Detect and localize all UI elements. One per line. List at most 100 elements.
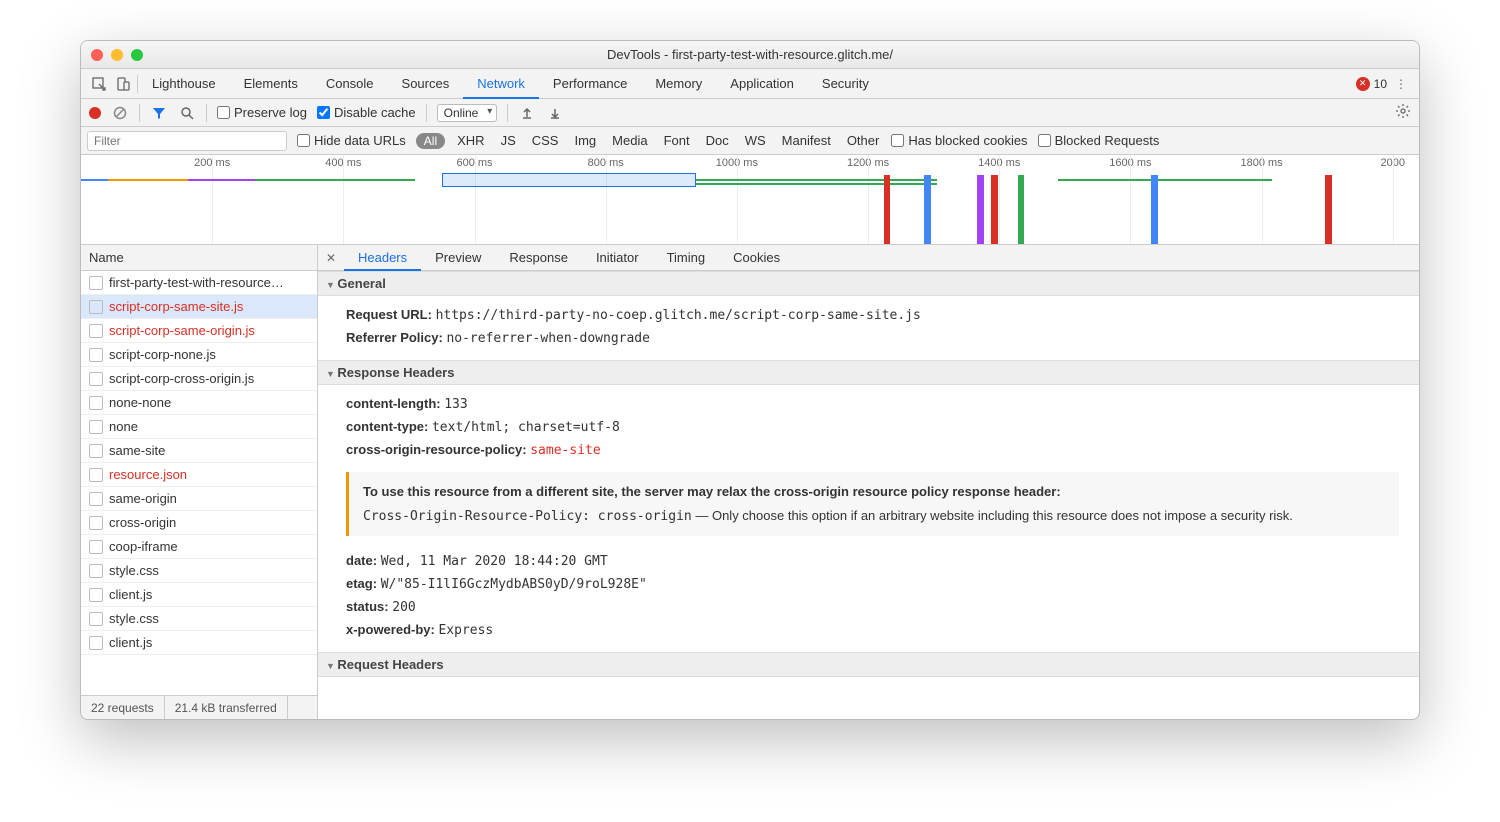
devtools-window: DevTools - first-party-test-with-resourc…: [80, 40, 1420, 720]
main-tab-sources[interactable]: Sources: [388, 69, 464, 99]
filter-type-font[interactable]: Font: [662, 133, 692, 148]
search-icon[interactable]: [178, 104, 196, 122]
request-row[interactable]: cross-origin: [81, 511, 317, 535]
request-row[interactable]: same-site: [81, 439, 317, 463]
minimize-window-icon[interactable]: [111, 49, 123, 61]
file-icon: [89, 540, 103, 554]
request-row[interactable]: client.js: [81, 583, 317, 607]
file-icon: [89, 420, 103, 434]
request-row-label: none: [109, 419, 138, 434]
more-menu-icon[interactable]: ⋮: [1391, 77, 1411, 91]
filter-type-media[interactable]: Media: [610, 133, 649, 148]
network-toolbar: Preserve log Disable cache Online: [81, 99, 1419, 127]
section-response-headers[interactable]: Response Headers: [318, 360, 1419, 385]
request-detail: ✕ HeadersPreviewResponseInitiatorTimingC…: [318, 245, 1419, 719]
corp-warning-callout: To use this resource from a different si…: [346, 472, 1399, 536]
request-row[interactable]: none-none: [81, 391, 317, 415]
filter-type-doc[interactable]: Doc: [704, 133, 731, 148]
request-row[interactable]: style.css: [81, 607, 317, 631]
main-tab-memory[interactable]: Memory: [641, 69, 716, 99]
preserve-log-checkbox[interactable]: Preserve log: [217, 105, 307, 120]
file-icon: [89, 372, 103, 386]
blocked-requests-checkbox[interactable]: Blocked Requests: [1038, 133, 1160, 148]
section-general[interactable]: General: [318, 271, 1419, 296]
referrer-policy-value: no-referrer-when-downgrade: [446, 331, 650, 346]
request-row[interactable]: resource.json: [81, 463, 317, 487]
download-har-icon[interactable]: [546, 104, 564, 122]
detail-tab-response[interactable]: Response: [495, 245, 582, 271]
zoom-window-icon[interactable]: [131, 49, 143, 61]
file-icon: [89, 516, 103, 530]
request-row[interactable]: script-corp-same-origin.js: [81, 319, 317, 343]
detail-tab-timing[interactable]: Timing: [653, 245, 720, 271]
main-tab-security[interactable]: Security: [808, 69, 883, 99]
detail-tab-initiator[interactable]: Initiator: [582, 245, 653, 271]
close-detail-icon[interactable]: ✕: [318, 251, 344, 265]
filter-type-js[interactable]: JS: [499, 133, 518, 148]
filter-type-xhr[interactable]: XHR: [455, 133, 486, 148]
file-icon: [89, 276, 103, 290]
filter-type-ws[interactable]: WS: [743, 133, 768, 148]
request-row[interactable]: style.css: [81, 559, 317, 583]
detail-tab-headers[interactable]: Headers: [344, 245, 421, 271]
file-icon: [89, 348, 103, 362]
main-tab-performance[interactable]: Performance: [539, 69, 641, 99]
hide-data-urls-checkbox[interactable]: Hide data URLs: [297, 133, 406, 148]
request-row[interactable]: coop-iframe: [81, 535, 317, 559]
section-request-headers[interactable]: Request Headers: [318, 652, 1419, 677]
corp-value: same-site: [530, 443, 600, 458]
inspect-icon[interactable]: [89, 74, 109, 94]
request-row[interactable]: script-corp-none.js: [81, 343, 317, 367]
main-tab-network[interactable]: Network: [463, 69, 539, 99]
main-tab-console[interactable]: Console: [312, 69, 388, 99]
filter-type-css[interactable]: CSS: [530, 133, 561, 148]
clear-icon[interactable]: [111, 104, 129, 122]
file-icon: [89, 492, 103, 506]
request-row-label: client.js: [109, 635, 152, 650]
filter-type-img[interactable]: Img: [572, 133, 598, 148]
timeline-overview[interactable]: 200 ms400 ms600 ms800 ms1000 ms1200 ms14…: [81, 155, 1419, 245]
request-row-label: same-origin: [109, 491, 177, 506]
request-list-header[interactable]: Name: [81, 245, 317, 271]
request-row[interactable]: same-origin: [81, 487, 317, 511]
request-row-label: style.css: [109, 563, 159, 578]
filter-input[interactable]: [87, 131, 287, 151]
file-icon: [89, 324, 103, 338]
request-row[interactable]: none: [81, 415, 317, 439]
request-row[interactable]: script-corp-cross-origin.js: [81, 367, 317, 391]
request-url-value: https://third-party-no-coep.glitch.me/sc…: [436, 308, 921, 323]
upload-har-icon[interactable]: [518, 104, 536, 122]
main-tab-application[interactable]: Application: [716, 69, 808, 99]
request-row-label: script-corp-same-origin.js: [109, 323, 255, 338]
settings-icon[interactable]: [1395, 103, 1411, 122]
throttling-select[interactable]: Online: [437, 104, 498, 122]
error-count[interactable]: ✕ 10: [1356, 77, 1387, 91]
filter-toggle-icon[interactable]: [150, 104, 168, 122]
error-count-value: 10: [1374, 77, 1387, 91]
main-tab-lighthouse[interactable]: Lighthouse: [138, 69, 230, 99]
filter-type-other[interactable]: Other: [845, 133, 882, 148]
filter-row: Hide data URLs All XHR JS CSS Img Media Font D…: [81, 127, 1419, 155]
request-row[interactable]: client.js: [81, 631, 317, 655]
detail-tab-cookies[interactable]: Cookies: [719, 245, 794, 271]
window-controls: [91, 49, 143, 61]
request-row[interactable]: first-party-test-with-resource…: [81, 271, 317, 295]
request-row-label: coop-iframe: [109, 539, 178, 554]
file-icon: [89, 564, 103, 578]
request-row-label: script-corp-cross-origin.js: [109, 371, 254, 386]
request-row[interactable]: script-corp-same-site.js: [81, 295, 317, 319]
filter-type-manifest[interactable]: Manifest: [780, 133, 833, 148]
request-row-label: first-party-test-with-resource…: [109, 275, 284, 290]
window-title: DevTools - first-party-test-with-resourc…: [81, 47, 1419, 62]
close-window-icon[interactable]: [91, 49, 103, 61]
main-tab-elements[interactable]: Elements: [230, 69, 312, 99]
device-toggle-icon[interactable]: [113, 74, 133, 94]
filter-type-all[interactable]: All: [416, 133, 445, 149]
request-list: Name first-party-test-with-resource… scri…: [81, 245, 318, 719]
detail-tab-preview[interactable]: Preview: [421, 245, 495, 271]
file-icon: [89, 588, 103, 602]
record-button[interactable]: [89, 107, 101, 119]
has-blocked-cookies-checkbox[interactable]: Has blocked cookies: [891, 133, 1027, 148]
disable-cache-checkbox[interactable]: Disable cache: [317, 105, 416, 120]
status-transferred: 21.4 kB transferred: [165, 696, 288, 719]
